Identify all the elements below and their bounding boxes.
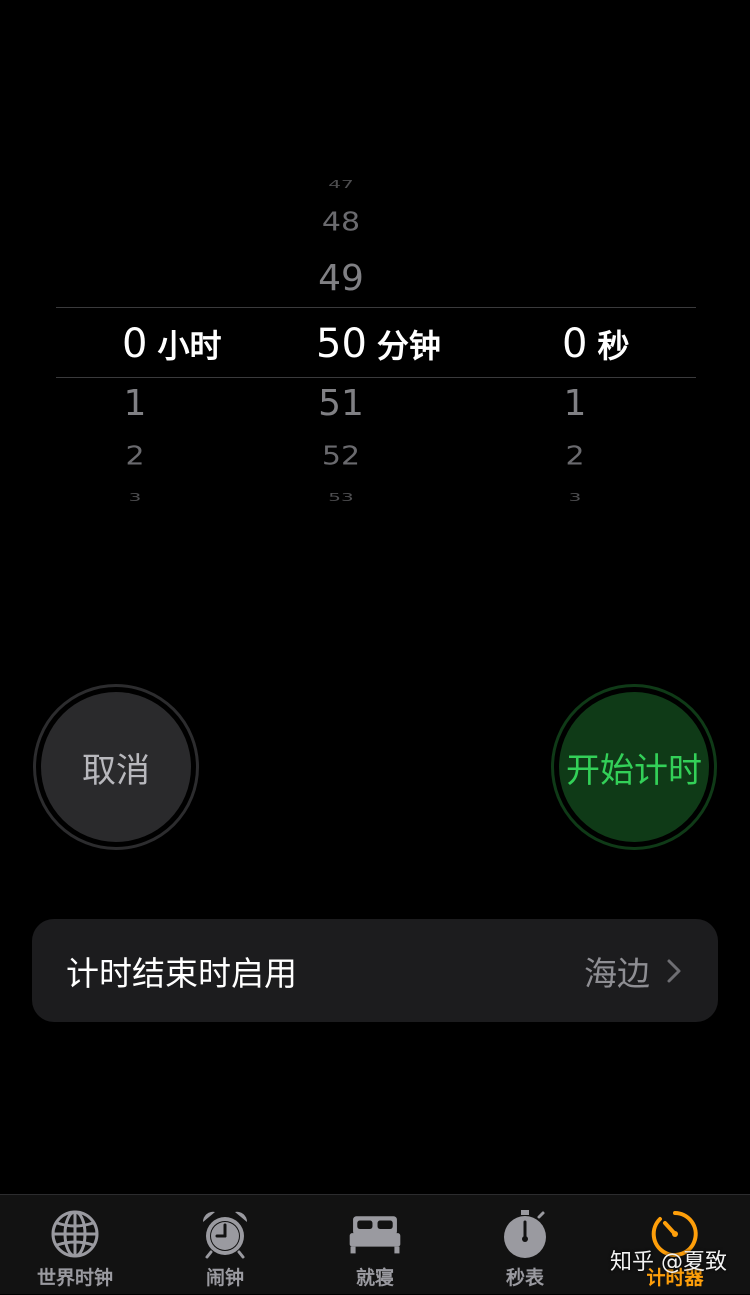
seconds-option[interactable]: 2: [510, 444, 640, 470]
minutes-unit-label: 分钟: [376, 327, 441, 365]
minutes-option[interactable]: 52: [266, 444, 416, 470]
tab-bedtime[interactable]: 就寝: [300, 1195, 450, 1295]
tab-stopwatch[interactable]: 秒表: [450, 1195, 600, 1295]
watermark-text: 知乎 @夏致: [610, 1250, 727, 1275]
start-timer-button-label: 开始计时: [559, 692, 709, 842]
alarm-clock-icon: [198, 1207, 252, 1261]
hours-selected[interactable]: 0 小时: [122, 321, 221, 367]
tab-world-clock-label: 世界时钟: [36, 1267, 113, 1289]
cancel-button-label: 取消: [41, 692, 191, 842]
hours-selected-value: 0: [122, 321, 148, 367]
seconds-unit-label: 秒: [597, 327, 630, 365]
hours-unit-label: 小时: [157, 327, 222, 365]
start-timer-button[interactable]: 开始计时: [551, 684, 717, 850]
sound-value: 海边: [584, 953, 650, 993]
minutes-option[interactable]: 49: [266, 261, 416, 297]
tab-stopwatch-label: 秒表: [505, 1267, 544, 1289]
globe-icon: [48, 1207, 102, 1261]
seconds-selected-value: 0: [562, 321, 588, 367]
seconds-selected[interactable]: 0 秒: [562, 321, 629, 367]
chevron-right-icon: [664, 957, 684, 985]
minutes-option[interactable]: 47: [266, 179, 416, 190]
cancel-button[interactable]: 取消: [33, 684, 199, 850]
hours-option[interactable]: 1: [70, 386, 200, 422]
when-timer-ends-label: 计时结束时启用: [66, 953, 297, 993]
minutes-selected-value: 50: [316, 321, 367, 367]
hours-option[interactable]: 3: [70, 492, 200, 503]
bed-icon: [348, 1207, 402, 1261]
tab-alarm[interactable]: 闹钟: [150, 1195, 300, 1295]
stopwatch-icon: [498, 1207, 552, 1261]
minutes-option[interactable]: 53: [266, 492, 416, 503]
sound-selection: 海边: [584, 947, 684, 995]
tab-world-clock[interactable]: 世界时钟: [0, 1195, 150, 1295]
timer-picker[interactable]: 1 2 3 47 48 49 51 52 53 1 2 3 0 小时 50 分钟…: [0, 150, 750, 530]
minutes-selected[interactable]: 50 分钟: [316, 321, 441, 367]
seconds-option[interactable]: 1: [510, 386, 640, 422]
minutes-option[interactable]: 51: [266, 386, 416, 422]
hours-option[interactable]: 2: [70, 444, 200, 470]
tab-alarm-label: 闹钟: [205, 1267, 244, 1289]
minutes-option[interactable]: 48: [266, 210, 416, 236]
when-timer-ends-row[interactable]: 计时结束时启用 海边: [32, 919, 718, 1022]
tab-bedtime-label: 就寝: [355, 1267, 394, 1289]
seconds-option[interactable]: 3: [510, 492, 640, 503]
